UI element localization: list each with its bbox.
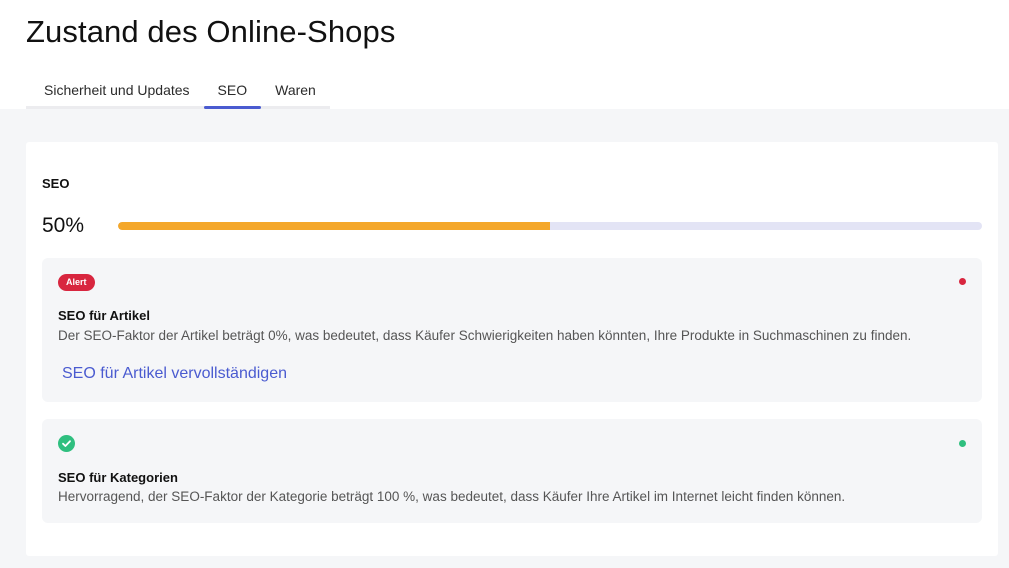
check-circle-icon	[58, 435, 75, 452]
alert-badge: Alert	[58, 274, 95, 291]
tab-security-updates[interactable]: Sicherheit und Updates	[26, 72, 204, 106]
item-title: SEO für Artikel	[58, 308, 150, 323]
page-title: Zustand des Online-Shops	[26, 14, 396, 49]
tab-bar: Sicherheit und Updates SEO Waren	[26, 72, 330, 109]
tab-goods[interactable]: Waren	[261, 72, 330, 106]
complete-article-seo-link[interactable]: SEO für Artikel vervollständigen	[62, 365, 287, 383]
item-title: SEO für Kategorien	[58, 470, 178, 485]
item-description: Der SEO-Faktor der Artikel beträgt 0%, w…	[58, 328, 912, 343]
item-description: Hervorragend, der SEO-Faktor der Kategor…	[58, 489, 846, 504]
progress-percent: 50%	[42, 214, 85, 237]
seo-item-articles: Alert SEO für Artikel Der SEO-Faktor der…	[42, 258, 982, 402]
page-header: Zustand des Online-Shops Sicherheit und …	[0, 0, 1009, 109]
green-dot-icon	[959, 440, 966, 447]
seo-card: SEO 50% Alert SEO für Artikel Der SEO-Fa…	[26, 142, 998, 556]
red-dot-icon	[959, 278, 966, 285]
tab-seo[interactable]: SEO	[203, 72, 262, 109]
progress-bar	[118, 222, 982, 230]
section-title: SEO	[42, 176, 70, 191]
seo-item-categories: SEO für Kategorien Hervorragend, der SEO…	[42, 419, 982, 523]
progress-bar-fill	[118, 222, 550, 230]
